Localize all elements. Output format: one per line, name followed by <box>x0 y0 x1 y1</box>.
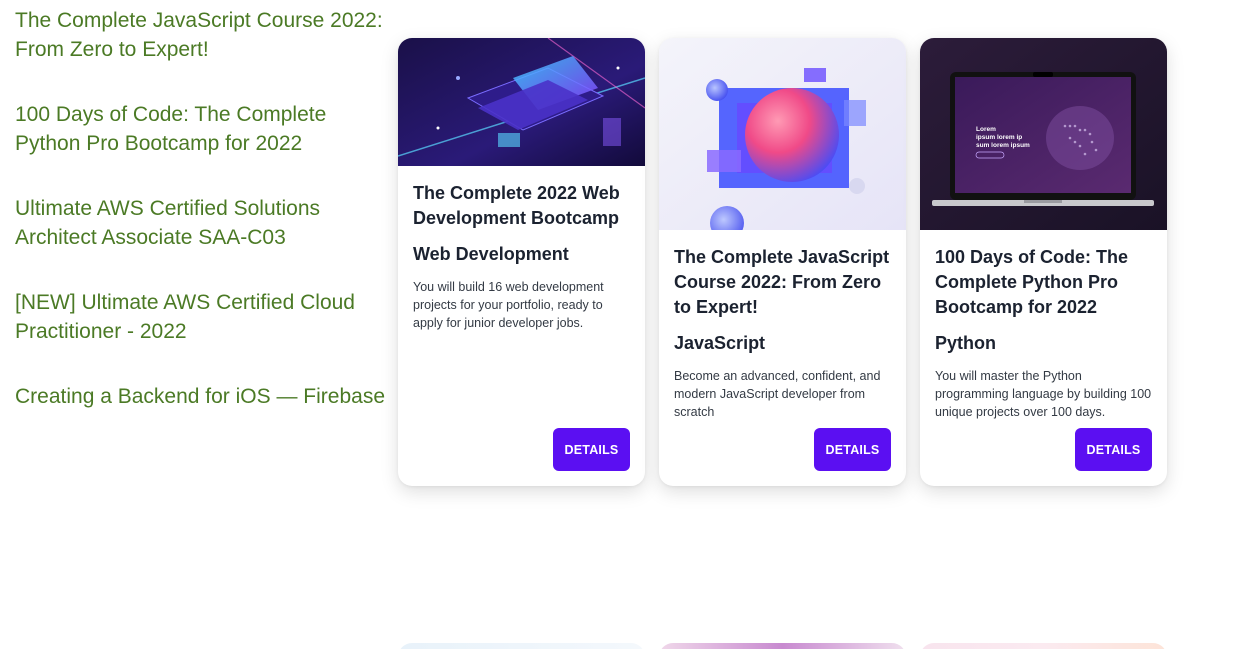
course-link-javascript[interactable]: The Complete JavaScript Course 2022: Fro… <box>15 6 390 64</box>
course-title: The Complete JavaScript Course 2022: Fro… <box>674 247 890 317</box>
course-link-ios-firebase[interactable]: Creating a Backend for iOS — Firebase <box>15 382 390 411</box>
course-image-web-dev <box>398 38 645 166</box>
course-card-peek-2 <box>659 643 906 649</box>
course-image-python: Lorem ipsum lorem ip sum lorem ipsum <box>920 38 1167 230</box>
course-card-javascript: The Complete JavaScript Course 2022: Fro… <box>659 38 906 486</box>
course-link-aws-architect[interactable]: Ultimate AWS Certified Solutions Archite… <box>15 194 390 252</box>
course-link-aws-practitioner[interactable]: [NEW] Ultimate AWS Certified Cloud Pract… <box>15 288 390 346</box>
course-category: Web Development <box>413 244 569 264</box>
course-title: The Complete 2022 Web Development Bootca… <box>413 183 620 228</box>
course-category: JavaScript <box>674 333 766 353</box>
course-card-peek-3 <box>920 643 1167 649</box>
course-description: You will master the Python programming l… <box>935 369 1152 419</box>
course-category: Python <box>935 333 996 353</box>
course-description: Become an advanced, confident, and moder… <box>674 369 881 419</box>
course-link-list: The Complete JavaScript Course 2022: Fro… <box>15 6 390 447</box>
details-button[interactable]: DETAILS <box>814 428 891 471</box>
image-text-line-2: ipsum lorem ip <box>976 134 1022 141</box>
course-card-python: Lorem ipsum lorem ip sum lorem ipsum 100… <box>920 38 1167 486</box>
image-text-line-1: Lorem <box>976 126 996 133</box>
image-text-line-3: sum lorem ipsum <box>976 142 1030 149</box>
course-link-python[interactable]: 100 Days of Code: The Complete Python Pr… <box>15 100 390 158</box>
course-card-peek-1 <box>398 643 645 649</box>
course-card-web-dev: The Complete 2022 Web Development Bootca… <box>398 38 645 486</box>
course-image-javascript <box>659 38 906 230</box>
details-button[interactable]: DETAILS <box>1075 428 1152 471</box>
details-button[interactable]: DETAILS <box>553 428 630 471</box>
course-description: You will build 16 web development projec… <box>413 280 604 330</box>
course-title: 100 Days of Code: The Complete Python Pr… <box>935 247 1129 317</box>
